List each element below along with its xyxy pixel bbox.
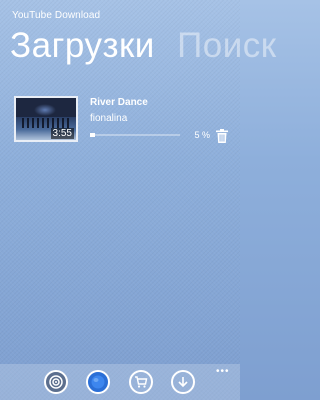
target-button[interactable] [44, 370, 68, 394]
video-duration: 3:55 [50, 128, 74, 139]
cart-icon [135, 376, 148, 388]
download-button[interactable] [171, 370, 195, 394]
application-bar: ••• [0, 364, 240, 400]
thumbnail-dancers [22, 118, 70, 128]
download-list-item[interactable]: 3:55 River Dance fionalina 5 % [14, 96, 228, 146]
trash-icon [216, 129, 228, 143]
cart-button[interactable] [129, 370, 153, 394]
download-progress-fill [90, 133, 95, 137]
pivot-header: Загрузки Поиск [10, 26, 289, 66]
target-icon [49, 375, 63, 389]
globe-icon [91, 375, 105, 389]
download-progress-bar [90, 133, 180, 137]
delete-button[interactable] [216, 129, 228, 143]
app-title: YouTube Download [12, 10, 101, 21]
download-progress-label: 5 % [194, 130, 210, 140]
video-author: fionalina [90, 113, 128, 124]
video-thumbnail[interactable]: 3:55 [14, 96, 78, 142]
pivot-item-search[interactable]: Поиск [177, 26, 277, 66]
video-title: River Dance [90, 97, 148, 108]
download-icon [178, 377, 188, 388]
thumbnail-light [34, 104, 56, 116]
pivot-item-downloads[interactable]: Загрузки [10, 26, 155, 66]
more-menu-button[interactable]: ••• [216, 366, 230, 377]
globe-button[interactable] [86, 370, 110, 394]
